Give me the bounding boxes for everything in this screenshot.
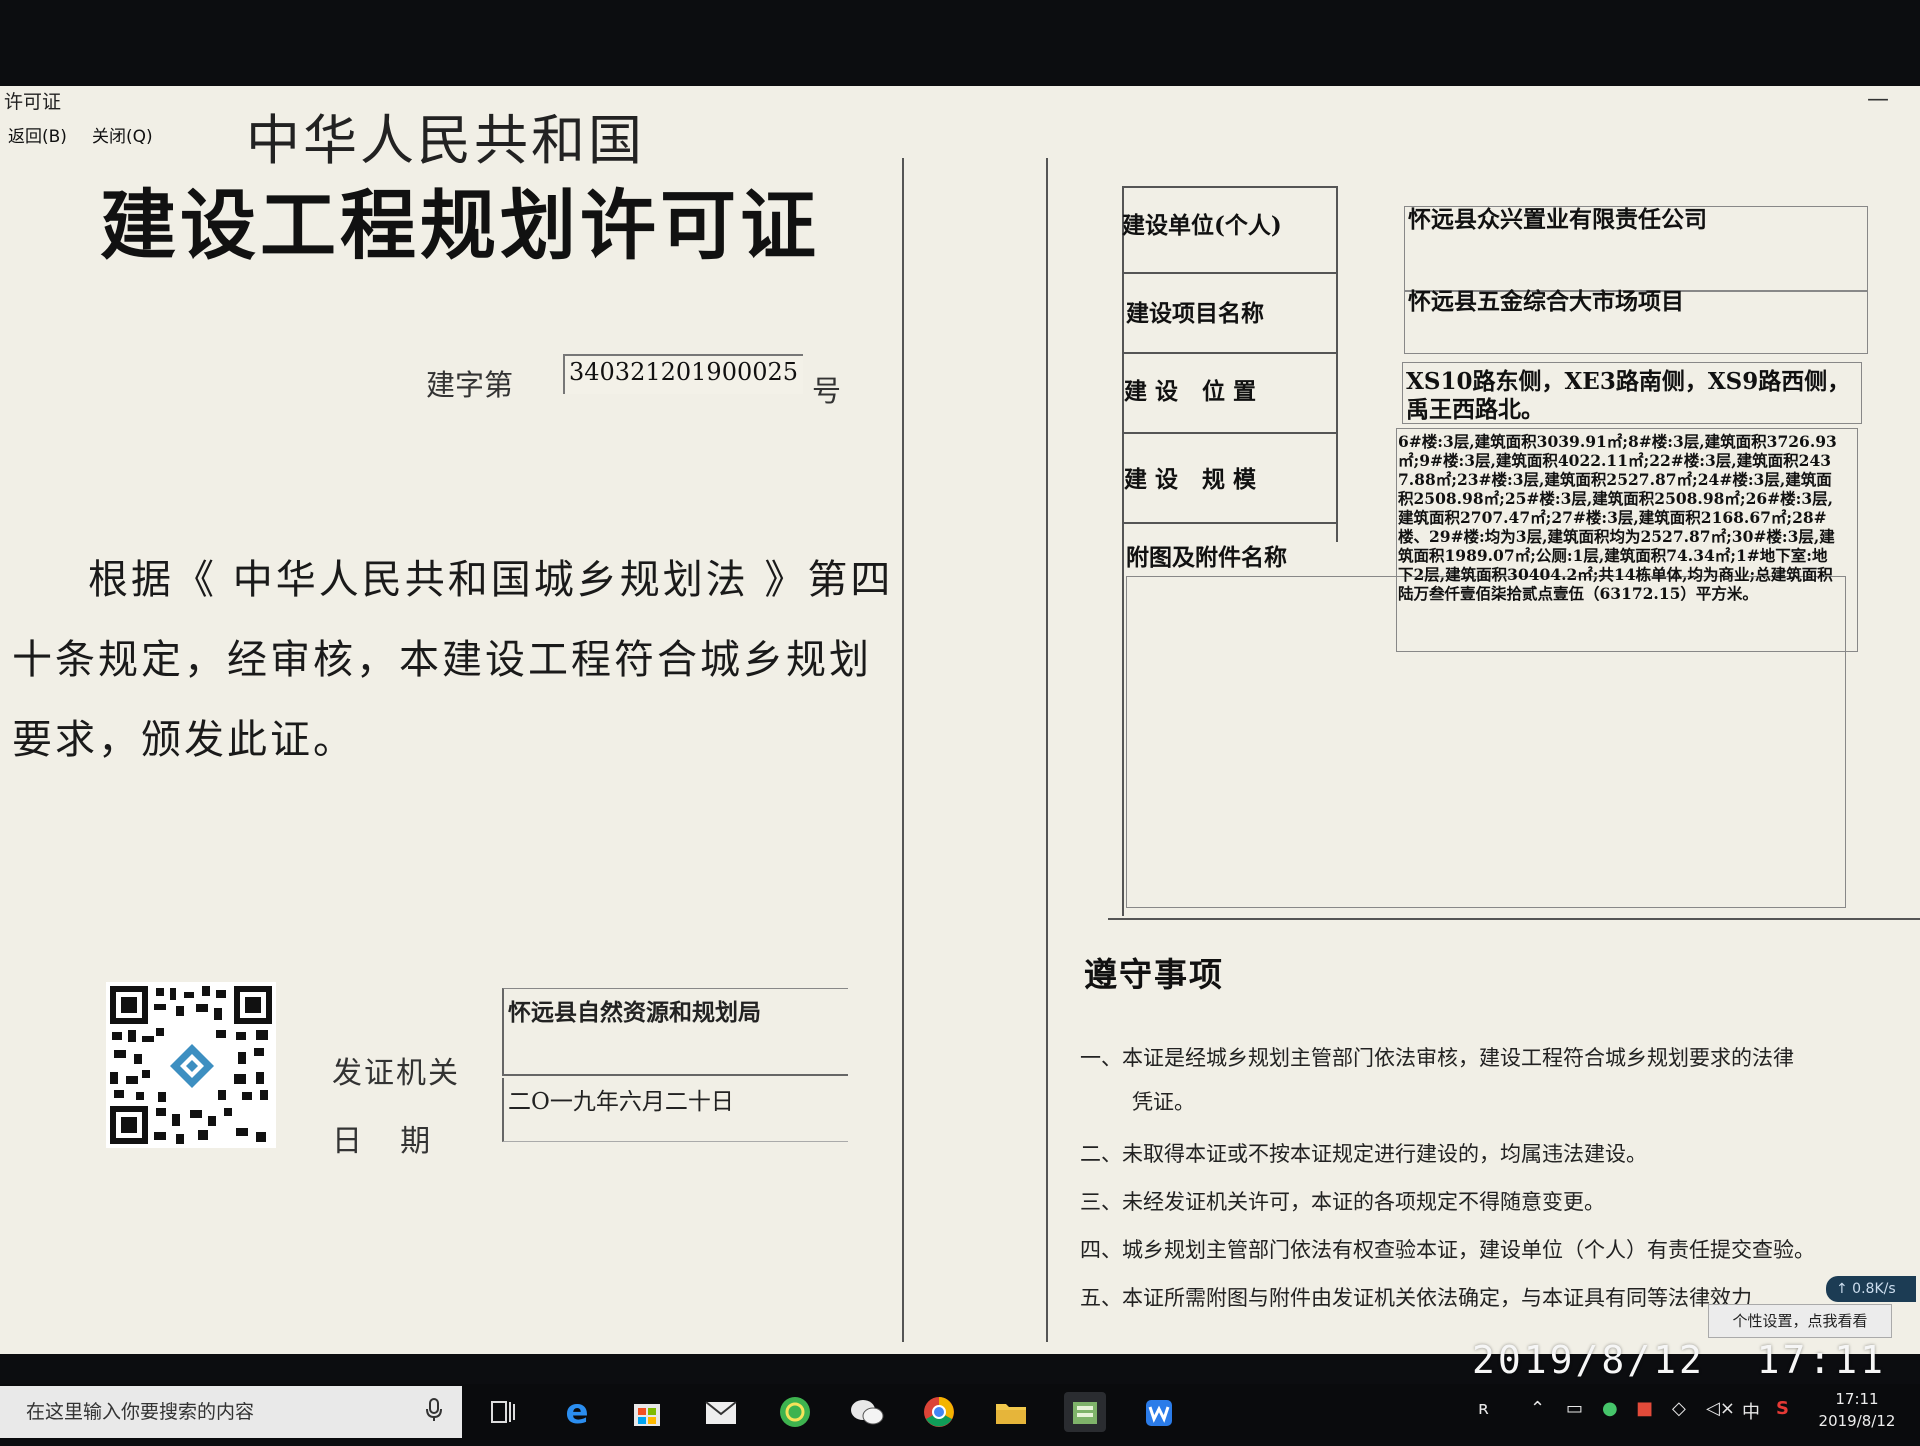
- label-scale: 建 设 规 模: [1124, 466, 1257, 493]
- task-view-icon[interactable]: [482, 1392, 524, 1432]
- menu-close[interactable]: 关闭(Q): [92, 122, 153, 147]
- number-prefix: 建字第: [426, 368, 514, 402]
- note-item-3: 三、未经发证机关许可，本证的各项规定不得随意变更。: [1080, 1190, 1605, 1214]
- page-divider-right: [1046, 158, 1048, 1342]
- chevron-up-icon[interactable]: ⌃: [1530, 1398, 1545, 1419]
- table-label-divider: [1336, 186, 1338, 542]
- certificate-number-field: 340321201900025: [563, 354, 803, 394]
- clock-date: 2019/8/12: [1818, 1412, 1896, 1430]
- value-project-name: 怀远县五金综合大市场项目: [1408, 288, 1684, 315]
- table-left-border: [1122, 186, 1124, 916]
- app-tray-icon[interactable]: ●: [1602, 1398, 1618, 1419]
- qr-code-icon: [106, 982, 276, 1148]
- issuer-field: 怀远县自然资源和规划局: [502, 988, 848, 1076]
- value-unit: 怀远县众兴置业有限责任公司: [1408, 206, 1707, 233]
- file-explorer-icon[interactable]: [990, 1392, 1032, 1432]
- row-divider: [1122, 352, 1338, 354]
- notes-title: 遵守事项: [1084, 955, 1224, 994]
- table-top-border: [1122, 186, 1338, 188]
- label-attachments: 附图及附件名称: [1126, 544, 1287, 571]
- table-bottom-border: [1108, 918, 1920, 920]
- certificate-title: 建设工程规划许可证: [100, 181, 820, 270]
- mail-icon[interactable]: [700, 1392, 742, 1432]
- label-project-name: 建设项目名称: [1126, 300, 1264, 327]
- menu-back[interactable]: 返回(B): [8, 122, 67, 147]
- note-item-1-cont: 凭证。: [1132, 1090, 1195, 1114]
- ime-indicator[interactable]: 中: [1742, 1398, 1760, 1424]
- photo-timestamp: 2019/8/12 17:11: [1472, 1338, 1887, 1382]
- number-suffix: 号: [812, 374, 842, 408]
- sogou-input-icon[interactable]: S: [1776, 1398, 1789, 1419]
- page-divider-left: [902, 158, 904, 1342]
- note-item-4: 四、城乡规划主管部门依法有权查验本证，建设单位（个人）有责任提交查验。: [1080, 1238, 1815, 1262]
- wechat-icon[interactable]: [846, 1392, 888, 1432]
- taskbar-search-input[interactable]: 在这里输入你要搜索的内容: [0, 1386, 462, 1438]
- personalize-tip-popup[interactable]: 个性设置，点我看看: [1708, 1304, 1892, 1338]
- label-unit: 建设单位(个人): [1122, 212, 1282, 239]
- date-label: 日 期: [332, 1124, 431, 1159]
- microphone-icon[interactable]: [424, 1398, 444, 1422]
- antivirus-icon[interactable]: ■: [1636, 1398, 1653, 1419]
- row-divider: [1122, 522, 1338, 524]
- store-icon[interactable]: [626, 1392, 668, 1432]
- note-item-1: 一、本证是经城乡规划主管部门依法审核，建设工程符合城乡规划要求的法律: [1080, 1046, 1794, 1070]
- clock-time: 17:11: [1835, 1390, 1879, 1408]
- chrome-icon[interactable]: [918, 1392, 960, 1432]
- row-divider: [1122, 272, 1338, 274]
- attachment-cell: [1126, 576, 1846, 908]
- window-title: 许可证: [4, 91, 62, 113]
- network-icon[interactable]: ▭: [1566, 1398, 1583, 1419]
- wps-icon[interactable]: [1138, 1392, 1180, 1432]
- shield-icon[interactable]: ◇: [1672, 1398, 1686, 1419]
- active-app-icon[interactable]: [1064, 1392, 1106, 1432]
- date-field: 二O一九年六月二十日: [502, 1078, 848, 1142]
- note-item-2: 二、未取得本证或不按本证规定进行建设的，均属违法建设。: [1080, 1142, 1647, 1166]
- edge-browser-icon[interactable]: e: [556, 1392, 598, 1432]
- taskbar-clock[interactable]: 17:11 2019/8/12: [1802, 1388, 1912, 1432]
- certificate-body-text: 根据《 中华人民共和国城乡规划法 》第四十条规定，经审核，本建设工程符合城乡规划…: [12, 557, 894, 763]
- value-location: XS10路东侧，XE3路南侧，XS9路西侧，禹王西路北。: [1406, 368, 1851, 423]
- network-speed-badge[interactable]: ↑ 0.8K/s: [1826, 1276, 1916, 1302]
- taskbar: 在这里输入你要搜索的内容 e ʀ ⌃ ▭ ● ■ ◇ ◁× 中 S 17:11 …: [0, 1384, 1920, 1440]
- user-icon[interactable]: ʀ: [1478, 1398, 1489, 1419]
- value-scale: 6#楼:3层,建筑面积3039.91㎡;8#楼:3层,建筑面积3726.93㎡;…: [1398, 432, 1837, 603]
- issuer-label: 发证机关: [332, 1056, 460, 1091]
- volume-muted-icon[interactable]: ◁×: [1706, 1398, 1735, 1419]
- 360-browser-icon[interactable]: [774, 1392, 816, 1432]
- minimize-button[interactable]: —: [1858, 86, 1898, 118]
- label-location: 建 设 位 置: [1124, 378, 1257, 405]
- row-divider: [1122, 432, 1338, 434]
- note-item-5: 五、本证所需附图与附件由发证机关依法确定，与本证具有同等法律效力: [1080, 1286, 1752, 1310]
